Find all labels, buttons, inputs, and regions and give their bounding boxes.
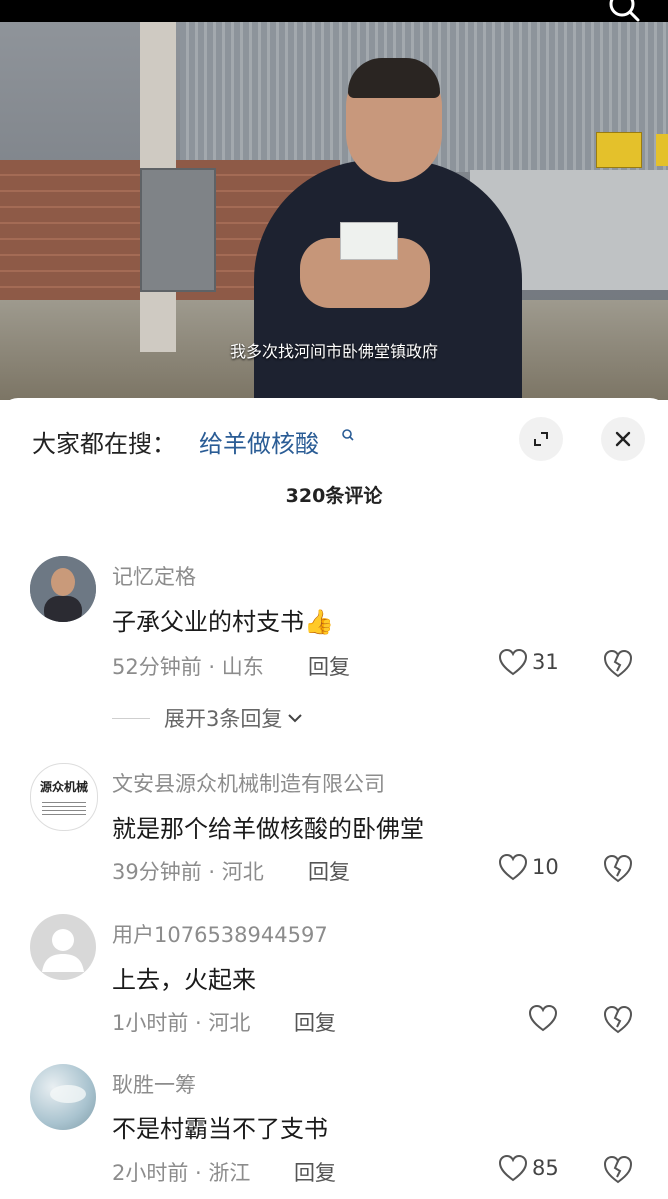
- expand-icon: [534, 432, 548, 446]
- reply-button[interactable]: 回复: [294, 1007, 336, 1037]
- heart-icon: [498, 1154, 528, 1182]
- comment-sheet: [0, 398, 668, 1199]
- heart-icon: [498, 648, 528, 676]
- heart-icon: [498, 853, 528, 881]
- broken-heart-icon[interactable]: [602, 647, 634, 679]
- comment-text-body: 子承父业的村支书: [112, 608, 304, 636]
- expand-replies-button[interactable]: 展开3条回复: [112, 703, 304, 733]
- reply-button[interactable]: 回复: [308, 856, 350, 886]
- avatar[interactable]: [30, 1064, 96, 1130]
- default-user-icon: [42, 929, 84, 972]
- broken-heart-icon[interactable]: [602, 852, 634, 884]
- comment-text: 不是村霸当不了支书: [112, 1115, 328, 1143]
- avatar[interactable]: [30, 914, 96, 980]
- comment-username[interactable]: 用户1076538944597: [112, 919, 328, 949]
- comment-username[interactable]: 文安县源众机械制造有限公司: [112, 768, 385, 798]
- video-man-hair: [348, 58, 440, 98]
- expand-replies-label: 展开3条回复: [164, 707, 283, 731]
- video-id-card: [340, 222, 398, 260]
- comment-time-location: 39分钟前 · 河北: [112, 860, 264, 884]
- thumbs-up-emoji: 👍: [304, 608, 334, 636]
- comment-text: 上去，火起来: [112, 966, 256, 994]
- hot-search-term[interactable]: 给羊做核酸: [199, 424, 319, 459]
- search-button[interactable]: [604, 0, 644, 26]
- like-button[interactable]: 85: [498, 1154, 559, 1182]
- reply-button[interactable]: 回复: [294, 1157, 336, 1187]
- like-count: 10: [532, 855, 559, 879]
- broken-heart-icon[interactable]: [602, 1003, 634, 1035]
- comment-time-location: 52分钟前 · 山东: [112, 655, 264, 679]
- fullscreen-button[interactable]: [519, 417, 563, 461]
- avatar[interactable]: 源众机械: [30, 763, 98, 831]
- like-button[interactable]: 10: [498, 853, 559, 881]
- avatar-person-image: [30, 556, 96, 622]
- search-small-icon: [342, 429, 354, 441]
- comment-text: 子承父业的村支书👍: [112, 602, 334, 637]
- close-icon: [615, 431, 631, 447]
- comment-username[interactable]: 耿胜一筹: [112, 1069, 196, 1099]
- video-subtitle: 我多次找河间市卧佛堂镇政府: [229, 342, 438, 361]
- search-icon: [609, 0, 640, 22]
- expand-divider: [112, 717, 150, 719]
- avatar-company-lines: [42, 801, 86, 815]
- comment-username[interactable]: 记忆定格: [112, 561, 196, 591]
- chevron-down-icon: [288, 714, 303, 723]
- video-player[interactable]: 我多次找河间市卧佛堂镇政府: [0, 0, 668, 400]
- like-count: 31: [532, 650, 559, 674]
- broken-heart-icon[interactable]: [602, 1153, 634, 1185]
- video-warning-sign-2: [656, 134, 668, 166]
- reply-button[interactable]: 回复: [308, 651, 350, 681]
- comment-count: 320条评论: [285, 485, 383, 507]
- heart-icon: [528, 1004, 558, 1032]
- comment-time-location: 1小时前 · 河北: [112, 1011, 251, 1035]
- like-button[interactable]: 31: [498, 648, 559, 676]
- avatar[interactable]: [30, 556, 96, 622]
- video-warning-sign: [596, 132, 642, 168]
- like-button[interactable]: [528, 1004, 562, 1032]
- video-electric-box: [140, 168, 216, 292]
- close-button[interactable]: [601, 417, 645, 461]
- avatar-company-text: 源众机械: [39, 780, 88, 794]
- comment-time-location: 2小时前 · 浙江: [112, 1161, 251, 1185]
- avatar-sky-image: [50, 1085, 86, 1103]
- like-count: 85: [532, 1156, 559, 1180]
- comment-text: 就是那个给羊做核酸的卧佛堂: [112, 815, 424, 843]
- hot-search-label: 大家都在搜：: [32, 430, 176, 458]
